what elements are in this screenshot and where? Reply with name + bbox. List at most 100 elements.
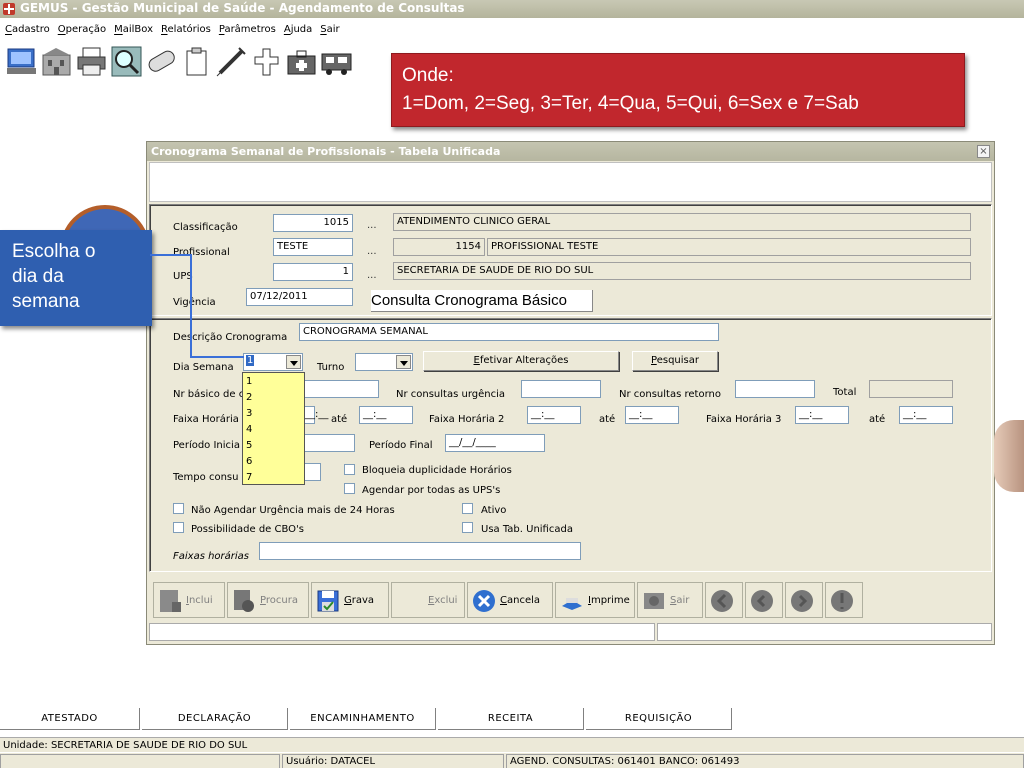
- agendar-todas-checkbox[interactable]: [344, 483, 355, 494]
- faixas-horarias-field[interactable]: [259, 542, 581, 560]
- tab-requisicao[interactable]: REQUISIÇÃO: [586, 708, 732, 730]
- sair-button[interactable]: Sair: [637, 582, 703, 618]
- dropdown-option-2[interactable]: 2: [243, 389, 304, 405]
- callout-line-3: semana: [12, 291, 80, 312]
- nr-basico-field[interactable]: [301, 380, 379, 398]
- usa-tab-label: Usa Tab. Unificada: [481, 524, 573, 535]
- periodo-final-field[interactable]: __/__/____: [445, 434, 545, 452]
- ups-code-field[interactable]: 1: [273, 263, 353, 281]
- faixa1-end-field[interactable]: __:__: [359, 406, 413, 424]
- magnifier-icon[interactable]: [110, 45, 143, 78]
- dropdown-option-7[interactable]: 7: [243, 469, 304, 485]
- menu-ajuda[interactable]: Ajuda: [284, 24, 312, 35]
- ativo-checkbox[interactable]: [462, 503, 473, 514]
- ate3-label: até: [869, 414, 886, 425]
- classificacao-lookup-button[interactable]: ...: [367, 220, 377, 231]
- last-record-button[interactable]: [825, 582, 863, 618]
- tab-receita[interactable]: RECEITA: [438, 708, 584, 730]
- faixa1-label: Faixa Horária: [173, 414, 239, 425]
- unidade-status: Unidade: SECRETARIA DE SAUDE DE RIO DO S…: [0, 737, 1024, 752]
- dialog-status-left: [149, 623, 655, 641]
- ambulance-icon[interactable]: [320, 45, 353, 78]
- instruction-callout: Escolha o dia da semana: [0, 230, 152, 326]
- capsule-icon[interactable]: [145, 45, 178, 78]
- efetivar-alteracoes-button[interactable]: Efetivar Alterações: [423, 351, 619, 371]
- previous-record-button[interactable]: [745, 582, 783, 618]
- menu-operacao[interactable]: Operação: [58, 24, 106, 35]
- cbo-checkbox[interactable]: [173, 522, 184, 533]
- bloqueia-checkbox[interactable]: [344, 464, 355, 475]
- computer-icon[interactable]: [5, 45, 38, 78]
- periodo-inicial-field[interactable]: [301, 434, 355, 452]
- usa-tab-checkbox[interactable]: [462, 522, 473, 533]
- cancela-button[interactable]: Cancela: [467, 582, 553, 618]
- profissional-label: Profissional: [173, 247, 230, 258]
- tab-encaminhamento[interactable]: ENCAMINHAMENTO: [290, 708, 436, 730]
- total-label: Total: [833, 387, 857, 398]
- faixa2-end-field[interactable]: __:__: [625, 406, 679, 424]
- dropdown-option-5[interactable]: 5: [243, 437, 304, 453]
- callout-title: Onde:: [402, 65, 454, 86]
- classificacao-code-field[interactable]: 1015: [273, 214, 353, 232]
- clipboard-icon[interactable]: [180, 45, 213, 78]
- menu-mailbox[interactable]: MailBox: [114, 24, 153, 35]
- menu-bar: Cadastro Operação MailBox Relatórios Par…: [0, 20, 1024, 38]
- next-record-button[interactable]: [785, 582, 823, 618]
- agendar-todas-label: Agendar por todas as UPS's: [362, 485, 501, 496]
- nao-agendar-label: Não Agendar Urgência mais de 24 Horas: [191, 505, 395, 516]
- nao-agendar-checkbox[interactable]: [173, 503, 184, 514]
- dropdown-option-6[interactable]: 6: [243, 453, 304, 469]
- tab-atestado[interactable]: ATESTADO: [0, 708, 140, 730]
- main-toolbar: [5, 45, 353, 81]
- dropdown-option-3[interactable]: 3: [243, 405, 304, 421]
- nr-retorno-field[interactable]: [735, 380, 815, 398]
- save-icon: [317, 590, 339, 612]
- first-record-button[interactable]: [705, 582, 743, 618]
- dropdown-option-4[interactable]: 4: [243, 421, 304, 437]
- add-record-icon: [160, 590, 181, 612]
- periodo-final-label: Período Final: [369, 440, 433, 451]
- turno-select[interactable]: [355, 353, 413, 371]
- menu-sair[interactable]: Sair: [320, 24, 339, 35]
- close-icon[interactable]: ×: [977, 145, 990, 158]
- imprime-button[interactable]: Imprime: [555, 582, 635, 618]
- procura-button[interactable]: Procura: [227, 582, 309, 618]
- header-strip: [149, 162, 992, 202]
- inclui-button[interactable]: Inclui: [153, 582, 225, 618]
- bloqueia-label: Bloqueia duplicidade Horários: [362, 465, 512, 476]
- printer-icon[interactable]: [75, 45, 108, 78]
- grava-button[interactable]: Grava: [311, 582, 389, 618]
- connector-line: [150, 254, 192, 256]
- tab-declaracao[interactable]: DECLARAÇÃO: [142, 708, 288, 730]
- last-record-icon: [831, 590, 853, 612]
- cross-icon[interactable]: [250, 45, 283, 78]
- dialog-title: Cronograma Semanal de Profissionais - Ta…: [147, 142, 994, 161]
- callout-line-1: Escolha o: [12, 241, 96, 262]
- faixa3-end-field[interactable]: __:__: [899, 406, 953, 424]
- menu-parametros[interactable]: Parâmetros: [219, 24, 276, 35]
- nr-urgencia-field[interactable]: [521, 380, 601, 398]
- consulta-cronograma-button[interactable]: Consulta Cronograma Básico: [371, 290, 593, 312]
- profissional-code-field: 1154: [393, 238, 485, 256]
- menu-cadastro[interactable]: Cadastro: [5, 24, 50, 35]
- profissional-lookup-button[interactable]: ...: [367, 246, 377, 257]
- menu-relatorios[interactable]: Relatórios: [161, 24, 211, 35]
- profissional-desc-field: PROFISSIONAL TESTE: [487, 238, 971, 256]
- cross-logo-icon: [3, 3, 15, 15]
- faixa3-start-field[interactable]: __:__: [795, 406, 849, 424]
- descricao-field[interactable]: CRONOGRAMA SEMANAL: [299, 323, 719, 341]
- pesquisar-button[interactable]: Pesquisar: [632, 351, 718, 371]
- faixa2-start-field[interactable]: __:__: [527, 406, 581, 424]
- vigencia-field[interactable]: 07/12/2011: [246, 288, 353, 306]
- syringe-icon[interactable]: [215, 45, 248, 78]
- dia-semana-select[interactable]: 1: [243, 353, 303, 371]
- exclui-button[interactable]: Exclui: [391, 582, 465, 618]
- medkit-icon[interactable]: [285, 45, 318, 78]
- ups-lookup-button[interactable]: ...: [367, 270, 377, 281]
- chevron-down-icon[interactable]: [396, 355, 411, 369]
- chevron-down-icon[interactable]: [286, 355, 301, 369]
- profissional-field[interactable]: TESTE: [273, 238, 353, 256]
- building-icon[interactable]: [40, 45, 73, 78]
- first-record-icon: [711, 590, 733, 612]
- dropdown-option-1[interactable]: 1: [243, 373, 304, 389]
